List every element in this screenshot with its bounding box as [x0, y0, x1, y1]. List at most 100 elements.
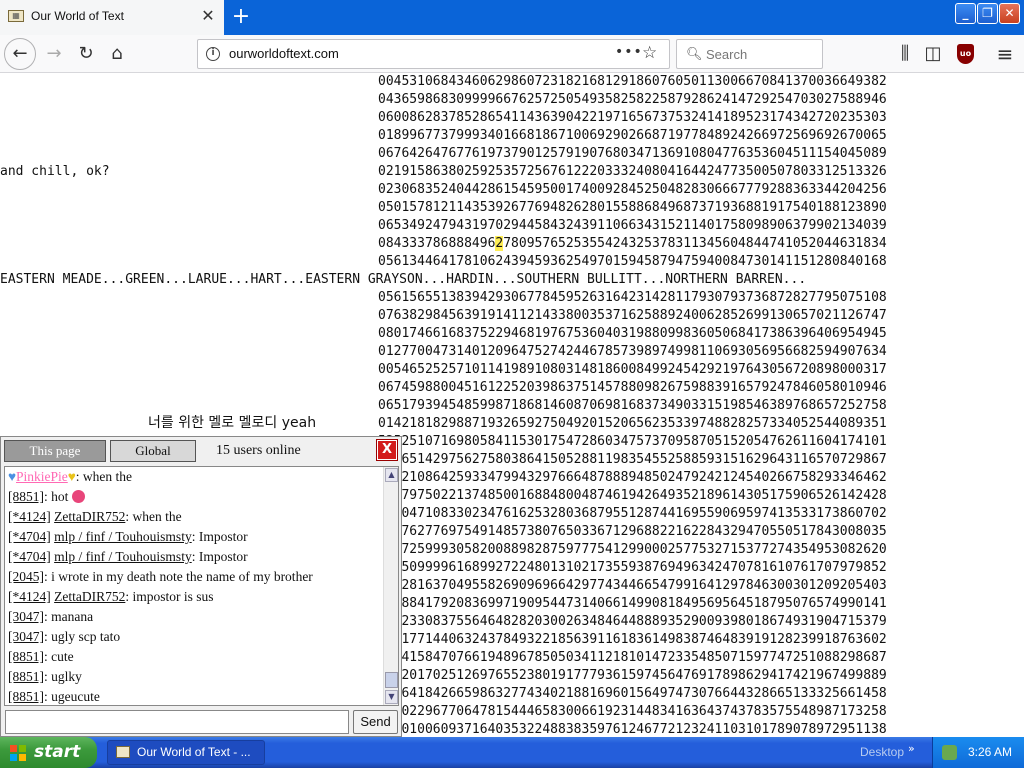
chat-user-id[interactable]: [*4704] — [8, 549, 51, 564]
digit-row: 0436598683099996676257250549358258225879… — [378, 92, 887, 107]
digit-row: 0292108642593347994329766648788894850247… — [378, 470, 887, 485]
new-tab-button[interactable]: + — [228, 4, 254, 30]
chat-message: [3047]: ugly scp tato — [5, 627, 398, 647]
start-label: start — [34, 742, 81, 762]
chat-scrollbar[interactable]: ▲ ▼ — [383, 467, 398, 705]
chat-user-id[interactable]: [*4124] — [8, 589, 51, 604]
canvas-text-korean: 너를 위한 멜로 멜로디 yeah — [148, 415, 317, 431]
chat-message: [2045]: i wrote in my death note the nam… — [5, 567, 398, 587]
chat-nickname[interactable]: ZettaDIR752 — [54, 589, 125, 604]
digit-row: 0561565513839429306778459526316423142811… — [378, 290, 887, 305]
digit-row: 0501578121143539267769482628015588684968… — [378, 200, 887, 215]
start-button[interactable]: start — [0, 737, 97, 768]
digit-row: 0674598800451612252039863751457880982675… — [378, 380, 887, 395]
page-actions-icon[interactable]: ••• — [615, 44, 643, 60]
digit-row: 0843337868884962780957652535542432537831… — [378, 235, 1024, 253]
chat-message-text: : ugeucute — [44, 689, 100, 704]
chat-user-id[interactable]: [*4124] — [8, 509, 51, 524]
chat-message-text: : Impostor — [191, 529, 248, 544]
url-bar[interactable]: i ourworldoftext.com ••• ☆ — [197, 39, 670, 69]
users-online-count: 15 users online — [216, 443, 301, 458]
chat-message: [*4704] mlp / finf / Touhouismsty: Impos… — [5, 547, 398, 567]
chat-message: [8851]: uglky — [5, 667, 398, 687]
chat-nickname[interactable]: mlp / finf / Touhouismsty — [54, 549, 192, 564]
chat-message-list: ♥PinkiePie♥: when the [8851]: hot [*4124]… — [5, 467, 398, 705]
scroll-down-arrow-icon[interactable]: ▼ — [385, 690, 398, 704]
back-button[interactable]: ← — [4, 38, 36, 70]
digit-row: 0801746616837522946819767536040319880998… — [378, 326, 887, 341]
forward-button[interactable]: → — [39, 40, 69, 68]
search-icon: 🔍︎ — [686, 47, 703, 62]
chat-nickname[interactable]: mlp / finf / Touhouismsty — [54, 529, 192, 544]
chat-message-input[interactable] — [5, 710, 349, 734]
chat-user-id[interactable]: [8851] — [8, 669, 44, 684]
chat-user-id[interactable]: [2045] — [8, 569, 44, 584]
digit-block: 0045310684346062986072318216812918607605… — [378, 73, 1024, 737]
digit-row: 5435099996168992722480131021735593876949… — [378, 560, 887, 575]
digit-row: 9002330837556464828203002634846448889352… — [378, 614, 887, 629]
digit-row: 2922816370495582690969664297743446654799… — [378, 578, 887, 593]
sidebar-toggle-icon[interactable]: ◫ — [918, 40, 948, 68]
home-button[interactable]: ⌂ — [102, 40, 132, 68]
digit-row: 2118841792083699719095447314066149908184… — [378, 596, 887, 611]
url-text[interactable]: ourworldoftext.com — [229, 46, 339, 61]
yellow-heart-icon: ♥ — [67, 469, 76, 484]
search-input[interactable]: 🔍︎ Search — [676, 39, 823, 69]
ublock-origin-icon[interactable]: uo — [957, 44, 974, 64]
tray-app-icon[interactable] — [942, 745, 957, 760]
system-tray: 3:26 AM — [932, 737, 1024, 768]
chat-tab-this-page[interactable]: This page — [4, 440, 106, 462]
hamburger-menu-icon[interactable]: ≡ — [990, 40, 1020, 68]
tab-strip: ▦ Our World of Text ✕ + _ ❐ ✕ — [0, 0, 1024, 35]
digit-row: 0561344641781062439459362549701594587947… — [378, 254, 887, 269]
chat-nickname[interactable]: PinkiePie — [16, 469, 68, 484]
scrollbar-thumb[interactable] — [385, 672, 398, 688]
bookmark-star-icon[interactable]: ☆ — [642, 43, 657, 63]
taskbar-item-label: Our World of Text - ... — [137, 745, 251, 759]
chat-message: [8851]: hot — [5, 487, 398, 507]
chevron-right-icon[interactable]: » — [908, 742, 915, 755]
digit-row: 0651793945485998718681460870698168373490… — [378, 398, 887, 413]
chat-user-id[interactable]: [8851] — [8, 689, 44, 704]
digit-row: 0653492479431970294458432439110663431521… — [378, 218, 887, 233]
window-close-button[interactable]: ✕ — [999, 3, 1020, 24]
desktop-toolbar-label[interactable]: Desktop — [860, 745, 904, 759]
chat-panel: This page Global 15 users online X ♥Pink… — [0, 436, 402, 737]
chat-nickname[interactable]: ZettaDIR752 — [54, 509, 125, 524]
tab-close-icon[interactable]: ✕ — [199, 7, 217, 25]
digit-row: 8002017025126976552380191777936159745647… — [378, 668, 887, 683]
chat-message-log: ♥PinkiePie♥: when the [8851]: hot [*4124]… — [4, 466, 399, 706]
chat-user-id[interactable]: [*4704] — [8, 529, 51, 544]
chat-message-text: : uglky — [44, 669, 82, 684]
tab-title: Our World of Text — [31, 9, 124, 23]
chat-user-id[interactable]: [3047] — [8, 609, 44, 624]
reload-button[interactable]: ↻ — [71, 40, 101, 68]
chat-tab-global[interactable]: Global — [110, 440, 196, 462]
chat-user-id[interactable]: [8851] — [8, 649, 44, 664]
window-maximize-button[interactable]: ❐ — [977, 3, 998, 24]
window-minimize-button[interactable]: _ — [955, 3, 976, 24]
chat-user-id[interactable]: [3047] — [8, 629, 44, 644]
send-button[interactable]: Send — [353, 710, 398, 734]
digit-row: 0600862837852865411436390422197165673753… — [378, 110, 887, 125]
chat-message: [8851]: cute — [5, 647, 398, 667]
digit-row: 7187627769754914857380765033671296882216… — [378, 524, 887, 539]
taskbar-item-our-world-of-text[interactable]: Our World of Text - ... — [107, 740, 265, 765]
digit-row: 8890100609371640353224883835976124677212… — [378, 722, 887, 737]
library-icon[interactable]: ⫼ — [890, 40, 920, 68]
digit-row: 0230683524044286154595001740092845250482… — [378, 182, 887, 197]
chat-message: ♥PinkiePie♥: when the — [5, 467, 398, 487]
text-world-canvas[interactable]: 0045310684346062986072318216812918607605… — [0, 73, 1024, 737]
digit-row: 9536418426659863277434021881696015649747… — [378, 686, 887, 701]
digit-row: 0054652525710114198910803148186008499245… — [378, 362, 887, 377]
chat-close-button[interactable]: X — [376, 439, 398, 461]
site-info-icon[interactable]: i — [206, 47, 220, 61]
chat-message: [8851]: ugeucute — [5, 687, 398, 705]
canvas-text-chill: and chill, ok? — [0, 164, 110, 179]
digit-row-prefix: 084333786888496 — [378, 236, 496, 251]
chat-message-text: : cute — [44, 649, 74, 664]
tab-our-world-of-text[interactable]: ▦ Our World of Text ✕ — [0, 0, 224, 35]
digit-row: 5252510716980584115301754728603475737095… — [378, 434, 887, 449]
scroll-up-arrow-icon[interactable]: ▲ — [385, 468, 398, 482]
chat-user-id[interactable]: [8851] — [8, 489, 44, 504]
